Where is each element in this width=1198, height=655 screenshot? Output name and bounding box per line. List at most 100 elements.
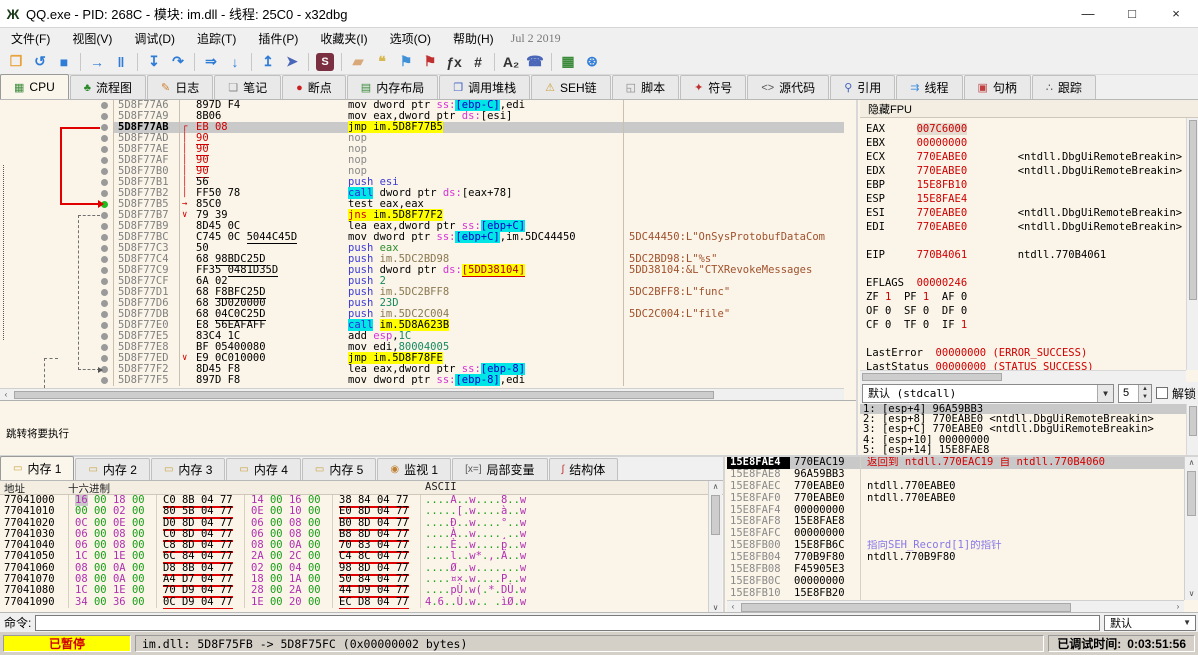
tab-cpu[interactable]: ▦ CPU <box>0 74 69 99</box>
breakpoint-dot[interactable] <box>101 366 108 373</box>
tab-notes[interactable]: ❏ 笔记 <box>214 75 282 99</box>
pause-icon[interactable]: ‖ <box>109 51 133 73</box>
tab-dump-2[interactable]: ▭ 内存 2 <box>75 458 150 480</box>
tab-symbols[interactable]: ✦ 符号 <box>680 75 747 99</box>
tab-breakpoints[interactable]: ● 断点 <box>282 75 346 99</box>
scroll-thumb[interactable] <box>14 391 714 399</box>
breakpoint-dot[interactable] <box>101 355 108 362</box>
tab-seh-chain[interactable]: ⚠ SEH链 <box>531 75 611 99</box>
menu-item[interactable]: 选项(O) <box>379 28 442 49</box>
command-script-select[interactable]: 默认 ▼ <box>1104 614 1196 631</box>
tab-threads[interactable]: ⇉ 线程 <box>896 75 963 99</box>
menu-item[interactable]: 文件(F) <box>0 28 61 49</box>
chevron-down-icon[interactable]: ▼ <box>1096 384 1113 402</box>
patches-icon[interactable]: ▰ <box>346 51 370 73</box>
breakpoint-dot[interactable] <box>101 234 108 241</box>
scroll-thumb[interactable] <box>1187 471 1196 516</box>
run-to-user-code-icon[interactable]: ⇒ <box>199 51 223 73</box>
minimize-button[interactable]: — <box>1066 0 1110 28</box>
disasm-row[interactable]: 5D8F77F5 897D F8 mov dword ptr ss:[ebp-8],… <box>0 374 844 386</box>
breakpoint-dot[interactable] <box>101 168 108 175</box>
breakpoint-dot[interactable] <box>101 344 108 351</box>
breakpoint-dot[interactable] <box>101 223 108 230</box>
register-row[interactable]: EBX 00000000 <box>866 136 1186 150</box>
arguments-vscrollbar[interactable] <box>1186 404 1198 455</box>
tab-trace[interactable]: ∴ 跟踪 <box>1031 75 1096 99</box>
register-row[interactable]: EDI 770EABE0 <ntdll.DbgUiRemoteBreakin> <box>866 220 1186 234</box>
bookmarks-icon[interactable]: ⚑ <box>418 51 442 73</box>
menu-item[interactable]: 收藏夹(I) <box>309 28 378 49</box>
disassembly-hscrollbar[interactable]: ‹ <box>0 388 844 400</box>
step-over-icon[interactable]: ↷ <box>166 51 190 73</box>
open-file-icon[interactable]: ❒ <box>4 51 28 73</box>
breakpoint-dot[interactable] <box>101 289 108 296</box>
breakpoint-dot[interactable] <box>101 190 108 197</box>
command-input[interactable] <box>35 614 1100 631</box>
breakpoint-dot[interactable] <box>101 135 108 142</box>
stack-row[interactable]: 15E8FB10 15E8FB20 <box>727 587 1184 600</box>
register-gap[interactable] <box>866 262 1186 276</box>
calculator-icon[interactable]: ▦ <box>556 51 580 73</box>
breakpoint-dot[interactable] <box>101 212 108 219</box>
tab-handles[interactable]: ▣ 句柄 <box>963 75 1031 99</box>
menu-item[interactable]: 追踪(T) <box>186 28 247 49</box>
register-gap[interactable] <box>866 332 1186 346</box>
breakpoint-dot[interactable] <box>101 102 108 109</box>
maximize-button[interactable]: □ <box>1110 0 1154 28</box>
registers-hscrollbar[interactable] <box>860 370 1186 382</box>
tab-references[interactable]: ⚲ 引用 <box>830 75 896 99</box>
stack-row[interactable]: 15E8FB0C 00000000 <box>727 575 1184 588</box>
breakpoint-dot[interactable] <box>101 201 108 208</box>
tab-graph[interactable]: ♣ 流程图 <box>69 75 146 99</box>
switch-thread-icon[interactable]: ➤ <box>280 51 304 73</box>
breakpoint-dot[interactable] <box>101 146 108 153</box>
spin-up-icon[interactable]: ▲ <box>1138 384 1151 393</box>
close-button[interactable]: × <box>1154 0 1198 28</box>
restart-icon[interactable]: ↺ <box>28 51 52 73</box>
tab-call-stack[interactable]: ❐ 调用堆栈 <box>439 75 531 99</box>
menu-item[interactable]: 帮助(H) <box>442 28 505 49</box>
dump-vscrollbar[interactable]: ∧ ∨ <box>708 481 722 614</box>
register-row[interactable]: LastError 00000000 (ERROR_SUCCESS) <box>866 346 1186 360</box>
labels-icon[interactable]: ⚑ <box>394 51 418 73</box>
breakpoint-dot[interactable] <box>101 267 108 274</box>
notify-icon[interactable]: ☎ <box>523 51 547 73</box>
tab-log[interactable]: ✎ 日志 <box>146 75 214 99</box>
register-row[interactable]: CF 0 TF 0 IF 1 <box>866 318 1186 332</box>
fpu-toggle[interactable]: 隐藏FPU <box>860 100 1198 118</box>
trace-into-icon[interactable]: ↓ <box>223 51 247 73</box>
stack-row[interactable]: 15E8FAE8 96A59BB3 <box>727 468 1184 481</box>
assembler-icon[interactable]: A₂ <box>499 51 523 73</box>
tab-script[interactable]: ◱ 脚本 <box>611 75 680 99</box>
breakpoint-dot[interactable] <box>101 179 108 186</box>
scroll-thumb[interactable] <box>711 495 720 535</box>
register-row[interactable]: ESI 770EABE0 <ntdll.DbgUiRemoteBreakin> <box>866 206 1186 220</box>
register-row[interactable]: EIP 770B4061 ntdll.770B4061 <box>866 248 1186 262</box>
scroll-thumb[interactable] <box>741 603 1071 612</box>
breakpoint-dot[interactable] <box>101 322 108 329</box>
comments-icon[interactable]: ❝ <box>370 51 394 73</box>
functions-icon[interactable]: ƒx <box>442 51 466 73</box>
register-row[interactable]: EBP 15E8FB10 <box>866 178 1186 192</box>
hash-icon[interactable]: # <box>466 51 490 73</box>
scroll-thumb[interactable] <box>1189 120 1197 300</box>
unlock-checkbox[interactable] <box>1155 387 1168 399</box>
tab-dump-5[interactable]: ▭ 内存 5 <box>301 458 377 480</box>
tab-watch-1[interactable]: ◉ 监视 1 <box>377 458 452 480</box>
menu-item[interactable]: 视图(V) <box>61 28 123 49</box>
breakpoint-dot[interactable] <box>101 377 108 384</box>
register-row[interactable]: EDX 770EABE0 <ntdll.DbgUiRemoteBreakin> <box>866 164 1186 178</box>
step-into-icon[interactable]: ↧ <box>142 51 166 73</box>
close-debuggee-icon[interactable]: ■ <box>52 51 76 73</box>
tab-struct[interactable]: ∫ 结构体 <box>548 458 619 480</box>
register-row[interactable]: EFLAGS 00000246 <box>866 276 1186 290</box>
stack-row[interactable]: 15E8FAEC 770EABE0 ntdll.770EABE0 <box>727 480 1184 493</box>
calling-convention-select[interactable]: 默认 (stdcall) ▼ <box>862 383 1114 403</box>
register-row[interactable]: ESP 15E8FAE4 <box>866 192 1186 206</box>
spin-down-icon[interactable]: ▼ <box>1138 393 1151 402</box>
run-icon[interactable]: → <box>85 51 109 73</box>
scroll-thumb[interactable] <box>1189 406 1197 436</box>
breakpoint-dot[interactable] <box>101 124 108 131</box>
tab-dump-4[interactable]: ▭ 内存 4 <box>226 458 301 480</box>
scroll-thumb[interactable] <box>862 373 1002 381</box>
